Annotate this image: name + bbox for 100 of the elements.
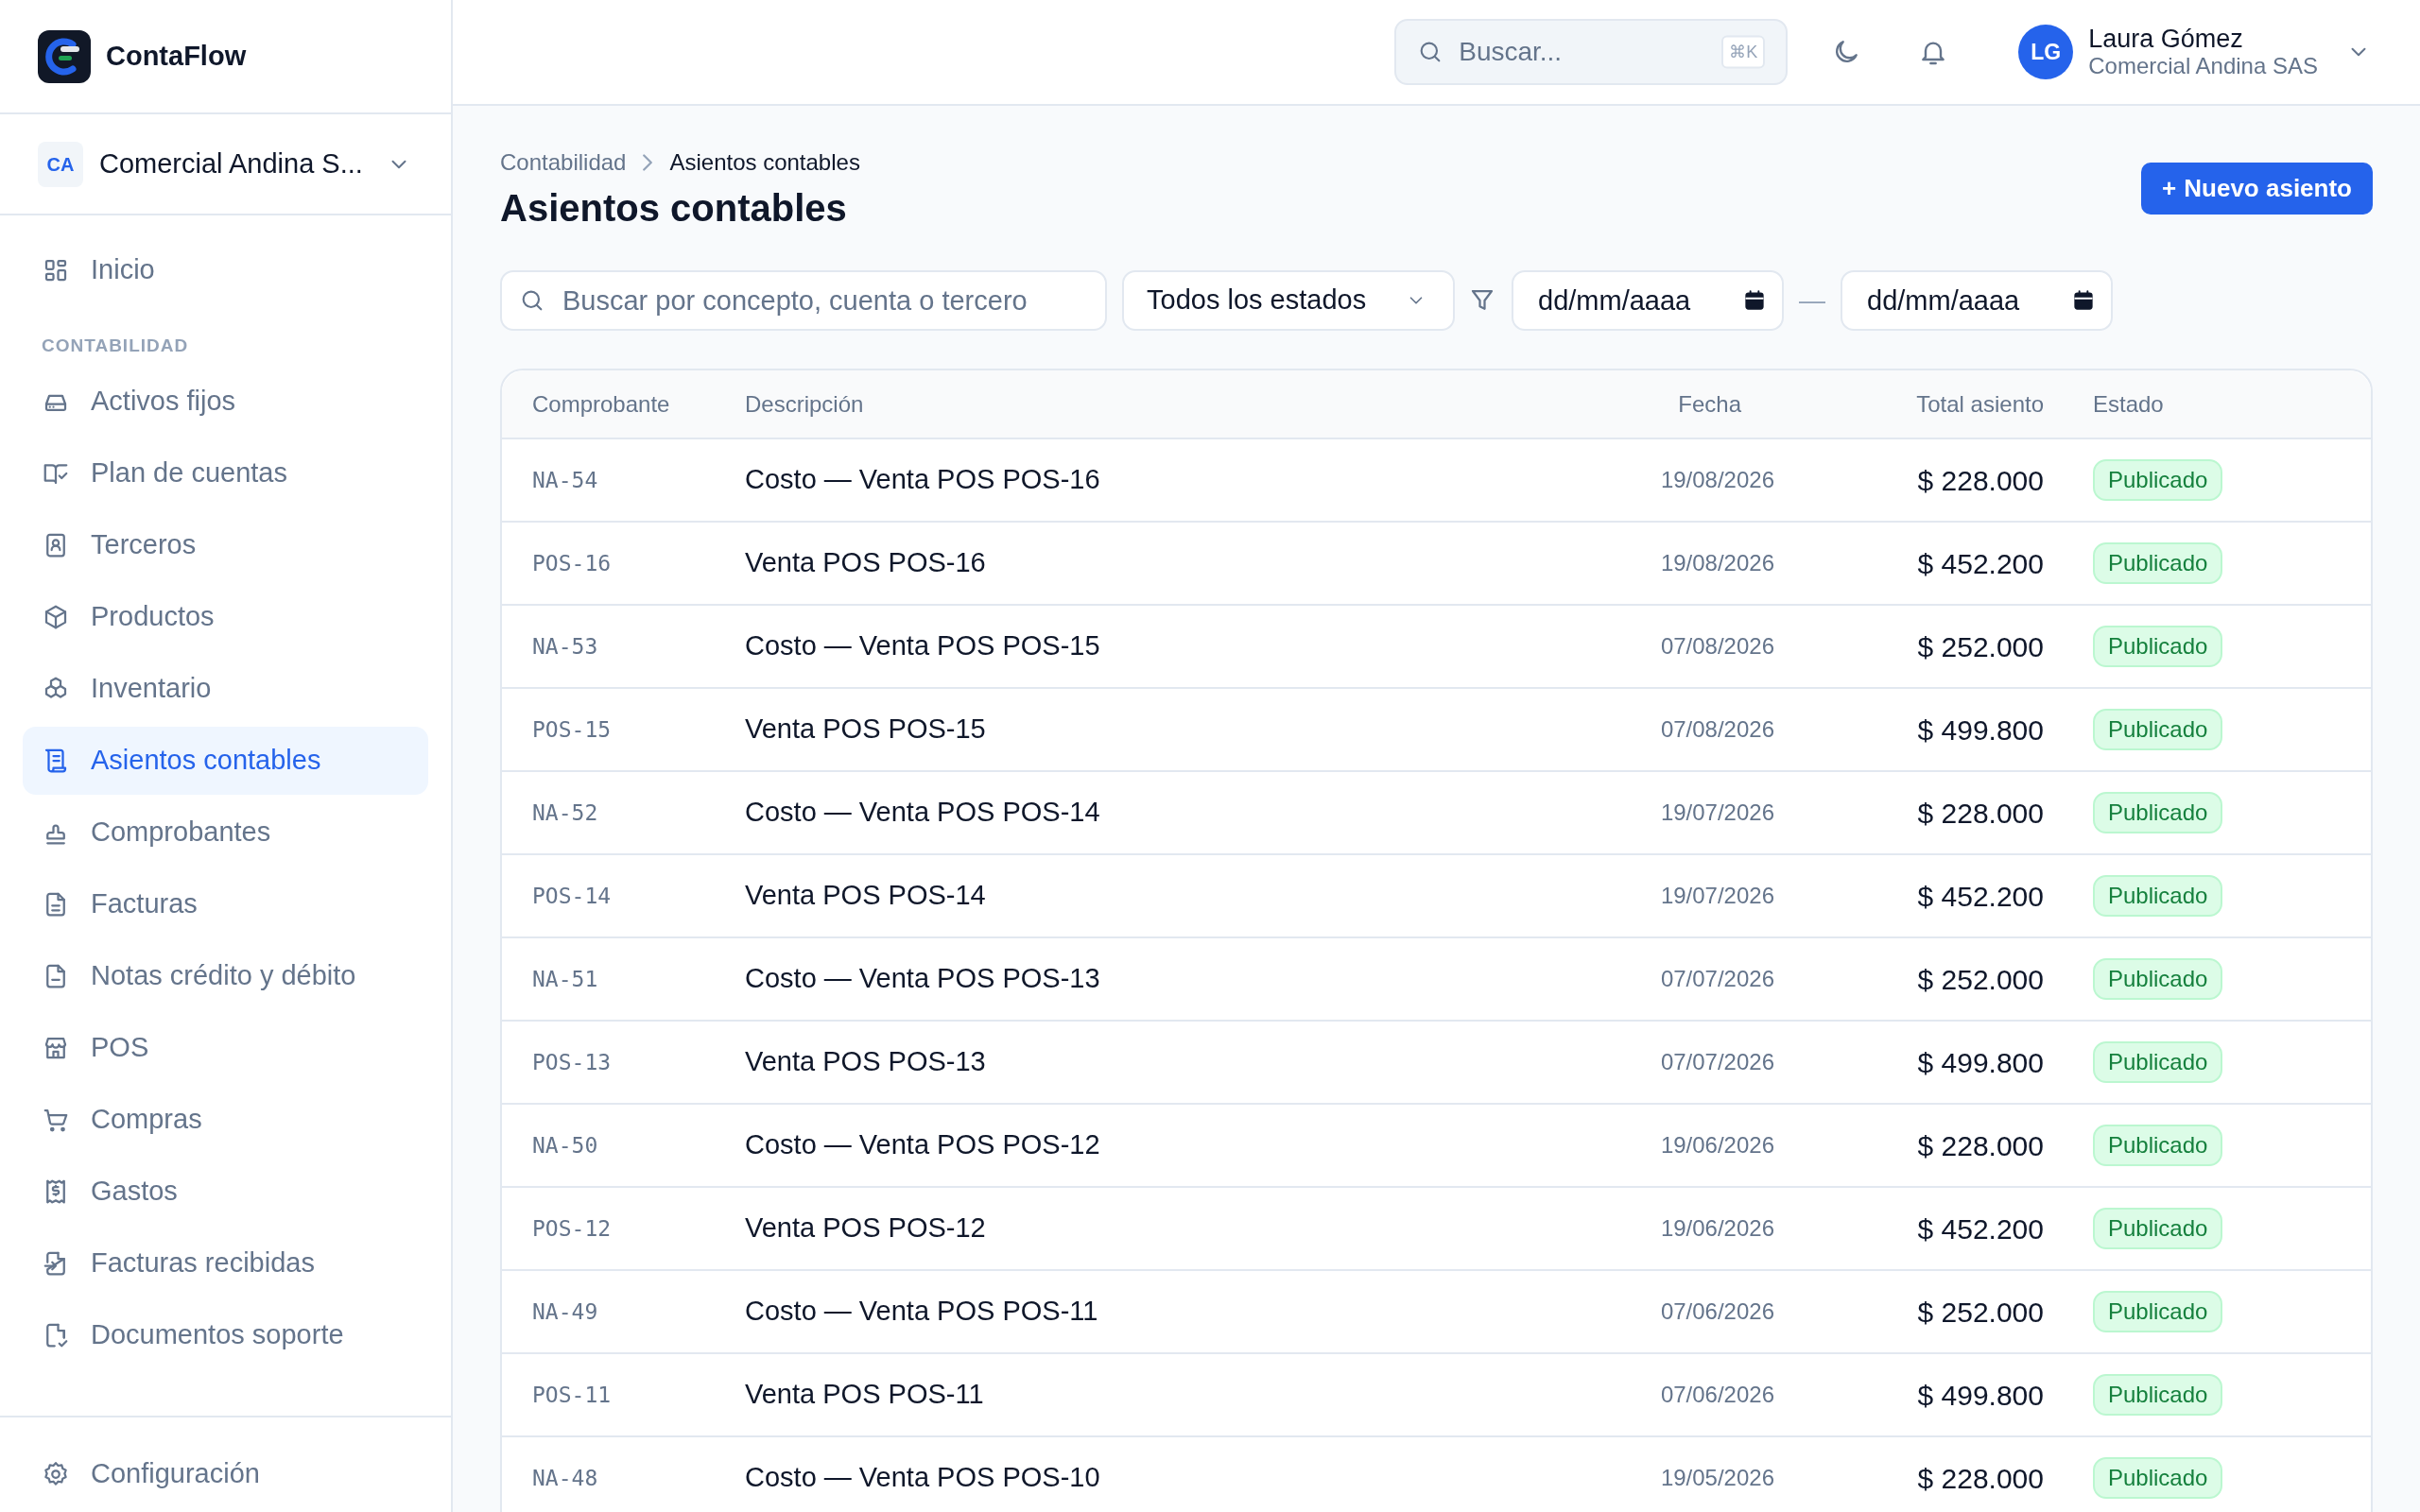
voucher-cell-text: POS-11 <box>531 1381 613 1409</box>
total-cell-text: $ 228.000 <box>1916 1128 2044 1163</box>
voucher-cell-text: POS-14 <box>531 882 613 910</box>
sidebar-item[interactable]: Configuración <box>23 1440 428 1508</box>
column-header: Comprobante <box>531 389 671 419</box>
description-cell-text: Venta POS POS-14 <box>745 879 987 913</box>
sidebar-item[interactable]: Asientos contables <box>23 726 428 795</box>
voucher-cell-text: NA-48 <box>531 1464 599 1492</box>
voucher-cell-text: POS-13 <box>531 1048 613 1076</box>
status-tag: Publicado <box>2093 875 2223 917</box>
calendar-icon <box>1742 288 1767 313</box>
status-tag: Publicado <box>2093 792 2223 833</box>
description-cell-text: Costo — Venta POS POS-14 <box>745 796 1101 830</box>
sidebar-item[interactable]: Documentos soporte <box>23 1300 428 1369</box>
total-cell-text: $ 228.000 <box>1916 796 2044 831</box>
sidebar-item[interactable]: Comprobantes <box>23 798 428 867</box>
sidebar-item[interactable]: POS <box>23 1013 428 1082</box>
sidebar-item[interactable]: Gastos <box>23 1157 428 1226</box>
sidebar-item[interactable]: Notas crédito y débito <box>23 941 428 1010</box>
breadcrumb-current: Asientos contables <box>669 148 860 177</box>
sidebar-item[interactable]: Facturas <box>23 869 428 938</box>
column-header: Total asiento <box>1915 389 2044 419</box>
sidebar-item[interactable]: Inventario <box>23 654 428 723</box>
status-dropdown[interactable]: Todos los estados <box>1122 270 1455 331</box>
chevron-right-icon <box>643 154 653 171</box>
total-cell-text: $ 452.200 <box>1916 879 2044 914</box>
description-cell-text: Costo — Venta POS POS-16 <box>745 463 1101 497</box>
status-tag: Publicado <box>2093 542 2223 584</box>
date-cell-text: 19/05/2026 <box>1659 1464 1775 1492</box>
status-tag: Publicado <box>2093 1041 2223 1083</box>
column-header: Fecha <box>1677 389 1742 419</box>
calendar-icon <box>2071 288 2096 313</box>
breadcrumb-link[interactable]: Contabilidad <box>500 146 627 180</box>
logo-icon <box>38 29 91 83</box>
voucher-cell-text: POS-12 <box>531 1214 613 1243</box>
sidebar-item[interactable]: Inicio <box>23 236 428 304</box>
voucher-cell-text: NA-50 <box>531 1131 599 1160</box>
date-cell-text: 19/07/2026 <box>1659 799 1775 827</box>
section-heading: CONTABILIDAD <box>41 335 190 357</box>
company-selector[interactable]: CA Comercial Andina S... <box>0 114 451 215</box>
description-cell-text: Costo — Venta POS POS-13 <box>745 962 1101 996</box>
company-avatar: CA <box>38 141 83 187</box>
status-tag: Publicado <box>2093 958 2223 1000</box>
voucher-cell-text: NA-49 <box>531 1297 599 1326</box>
sidebar-item[interactable]: Activos fijos <box>23 367 428 436</box>
date-separator: — <box>1799 284 1825 317</box>
description-cell-text: Venta POS POS-11 <box>745 1378 985 1412</box>
status-tag: Publicado <box>2093 1457 2223 1499</box>
sidebar-item[interactable]: Plan de cuentas <box>23 438 428 507</box>
description-cell-text: Venta POS POS-13 <box>745 1045 987 1079</box>
shortcut-hint: ⌘K <box>1721 35 1766 69</box>
total-cell-text: $ 252.000 <box>1916 629 2044 664</box>
sidebar-item[interactable]: Facturas recibidas <box>23 1228 428 1297</box>
status-tag: Publicado <box>2093 1208 2223 1249</box>
sidebar-item[interactable]: Terceros <box>23 510 428 579</box>
description-cell-text: Costo — Venta POS POS-10 <box>745 1461 1101 1495</box>
description-cell-text: Costo — Venta POS POS-11 <box>745 1295 1099 1329</box>
total-cell-text: $ 252.000 <box>1916 1295 2044 1330</box>
page-title: Asientos contables <box>500 186 848 231</box>
total-cell-text: $ 452.200 <box>1916 546 2044 581</box>
column-header: Estado <box>2092 389 2165 419</box>
status-tag: Publicado <box>2093 459 2223 501</box>
date-cell-text: 19/08/2026 <box>1659 549 1775 577</box>
new-entry-button[interactable]: + Nuevo asiento <box>2141 163 2373 215</box>
date-cell-text: 07/06/2026 <box>1659 1381 1775 1409</box>
column-header: Descripción <box>745 389 865 419</box>
date-cell-text: 07/06/2026 <box>1659 1297 1775 1326</box>
description-cell-text: Venta POS POS-15 <box>745 713 987 747</box>
date-cell-text: 07/07/2026 <box>1659 1048 1775 1076</box>
voucher-cell-text: POS-16 <box>531 549 613 577</box>
search-field[interactable]: Buscar por concepto, cuenta o tercero <box>500 270 1107 331</box>
total-cell-text: $ 452.200 <box>1916 1211 2044 1246</box>
date-cell-text: 19/06/2026 <box>1659 1131 1775 1160</box>
voucher-cell-text: NA-52 <box>531 799 599 827</box>
brand-name: ContaFlow <box>106 39 247 73</box>
date-field[interactable]: dd/mm/aaaa <box>1841 270 2113 331</box>
date-cell-text: 19/07/2026 <box>1659 882 1775 910</box>
sidebar-item[interactable]: Productos <box>23 582 428 651</box>
date-cell-text: 07/07/2026 <box>1659 965 1775 993</box>
user-name: Laura Gómez <box>2088 25 2244 54</box>
status-tag: Publicado <box>2093 1374 2223 1416</box>
sidebar-item[interactable]: Compras <box>23 1085 428 1154</box>
settings-icon <box>42 1460 70 1488</box>
status-tag: Publicado <box>2093 709 2223 750</box>
total-cell-text: $ 228.000 <box>1916 1461 2044 1496</box>
date-cell-text: 19/06/2026 <box>1659 1214 1775 1243</box>
total-cell-text: $ 252.000 <box>1916 962 2044 997</box>
description-cell-text: Venta POS POS-12 <box>745 1211 987 1246</box>
description-cell-text: Venta POS POS-16 <box>745 546 987 580</box>
company-name: Comercial Andina S... <box>99 146 364 180</box>
total-cell-text: $ 499.800 <box>1916 713 2044 747</box>
date-cell-text: 07/08/2026 <box>1659 715 1775 744</box>
user-company: Comercial Andina SAS <box>2088 53 2318 79</box>
voucher-cell-text: POS-15 <box>531 715 613 744</box>
total-cell-text: $ 499.800 <box>1916 1378 2044 1413</box>
status-tag: Publicado <box>2093 1291 2223 1332</box>
date-field[interactable]: dd/mm/aaaa <box>1512 270 1784 331</box>
description-cell-text: Costo — Venta POS POS-15 <box>745 629 1101 663</box>
date-cell-text: 19/08/2026 <box>1659 466 1775 494</box>
date-cell-text: 07/08/2026 <box>1659 632 1775 661</box>
